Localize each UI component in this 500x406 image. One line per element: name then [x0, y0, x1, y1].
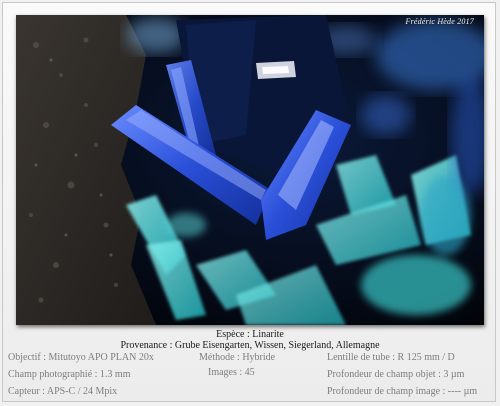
linarite-micrograph — [16, 15, 484, 325]
species-label: Espèce : Linarite — [216, 329, 284, 340]
provenance-label: Provenance : Grube Eisengarten, Wissen, … — [120, 340, 380, 351]
field-of-view-info: Champ photographié : 1.3 mm — [8, 369, 131, 380]
images-count-info: Images : 45 — [208, 367, 255, 378]
object-depth-of-field-info: Profondeur de champ objet : 3 µm — [327, 369, 465, 380]
sensor-info: Capteur : APS-C / 24 Mpix — [8, 386, 118, 397]
objective-info: Objectif : Mitutoyo APO PLAN 20x — [8, 352, 154, 363]
image-depth-of-field-info: Profondeur de champ image : ---- µm — [327, 386, 478, 397]
mineral-photo: Frédéric Hède 2017 — [16, 15, 484, 325]
method-info: Méthode : Hybride — [199, 352, 276, 363]
photographer-signature: Frédéric Hède 2017 — [405, 17, 474, 26]
tube-lens-info: Lentille de tube : R 125 mm / D — [327, 352, 455, 363]
